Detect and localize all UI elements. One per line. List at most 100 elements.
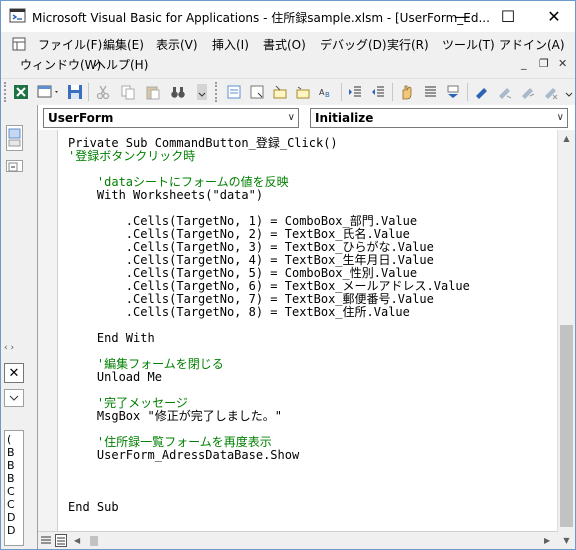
chevron-down-icon	[565, 92, 573, 97]
outdent-button[interactable]	[368, 82, 388, 102]
save-button[interactable]	[65, 82, 85, 102]
property-initial: B	[7, 472, 15, 485]
quick-info-button[interactable]	[270, 82, 290, 102]
code-line[interactable]: End Sub	[68, 501, 119, 514]
toolbar-grip-2[interactable]	[215, 82, 218, 102]
properties-close-button[interactable]: ✕	[4, 363, 24, 383]
minimize-icon: —	[454, 6, 470, 26]
menu-help[interactable]: ヘルプ(H)	[94, 55, 148, 75]
properties-list[interactable]: ( B B B C C D D	[4, 430, 24, 546]
property-initial: (	[7, 433, 12, 446]
vba-editor-window: Microsoft Visual Basic for Applications …	[0, 0, 576, 550]
code-comment-line[interactable]: '登録ボタンクリック時	[68, 150, 195, 163]
vertical-scrollbar[interactable]: ▲ ▼	[557, 130, 575, 549]
cut-icon	[96, 85, 110, 100]
paste-button[interactable]	[143, 82, 163, 102]
comment-block-button[interactable]	[420, 82, 440, 102]
object-combobox[interactable]: UserForm ∨	[43, 108, 299, 128]
vertical-scroll-thumb[interactable]	[560, 325, 573, 527]
paste-icon	[146, 86, 160, 100]
excel-icon	[14, 85, 28, 99]
previous-bookmark-button[interactable]	[518, 82, 538, 102]
minimize-button[interactable]: —	[439, 1, 485, 31]
code-window-bottom-bar: ◀ ▶	[38, 531, 558, 549]
property-initial: B	[7, 446, 15, 459]
list-constants-button[interactable]	[247, 82, 267, 102]
next-bookmark-button[interactable]	[495, 82, 515, 102]
scroll-left-icon[interactable]: ◀	[74, 536, 80, 545]
procedure-view-button[interactable]	[40, 534, 52, 547]
menu-debug[interactable]: デバッグ(D)	[320, 35, 387, 55]
toggle-bookmark-button[interactable]	[472, 82, 492, 102]
property-initial: B	[7, 459, 15, 472]
scroll-up-icon[interactable]: ▲	[558, 130, 575, 147]
quick-info-icon	[273, 85, 287, 99]
margin-indicator-bar[interactable]	[38, 130, 58, 531]
copy-button[interactable]	[118, 82, 138, 102]
list-properties-button[interactable]	[224, 82, 244, 102]
insert-userform-button[interactable]	[36, 82, 62, 102]
parameter-info-icon	[296, 86, 310, 99]
binoculars-icon	[171, 87, 185, 98]
scroll-down-icon[interactable]: ▼	[558, 532, 575, 549]
toolbar-overflow-button[interactable]	[196, 82, 208, 102]
list-constants-icon	[250, 85, 264, 99]
code-line[interactable]: UserForm_AdressDataBase.Show	[68, 449, 299, 462]
left-docked-panels: ‹ › ✕ ( B B B C C D D	[1, 105, 32, 549]
close-icon: ✕	[547, 6, 561, 26]
toggle-breakpoint-button[interactable]	[397, 82, 417, 102]
property-initial: C	[7, 485, 15, 498]
scroll-right-icon[interactable]: ▶	[544, 536, 550, 545]
menu-run[interactable]: 実行(R)	[387, 35, 429, 55]
mdi-restore-button[interactable]: ❐	[539, 57, 549, 70]
menu-edit[interactable]: 編集(E)	[103, 35, 144, 55]
code-editor[interactable]: Private Sub CommandButton_登録_Click() '登録ボ…	[59, 130, 556, 531]
menu-format[interactable]: 書式(O)	[263, 35, 306, 55]
previous-bookmark-icon	[522, 88, 535, 99]
uncomment-block-button[interactable]	[443, 82, 463, 102]
menu-view[interactable]: 表示(V)	[156, 35, 198, 55]
chevron-down-icon: ∨	[556, 112, 564, 123]
menu-window[interactable]: ウィンドウ(W)	[20, 55, 101, 75]
indent-button[interactable]	[345, 82, 365, 102]
next-bookmark-icon	[499, 88, 512, 99]
chevron-down-icon	[9, 395, 19, 401]
tree-collapse-node[interactable]	[6, 160, 23, 172]
cut-button[interactable]	[93, 82, 113, 102]
mdi-minimize-button[interactable]: _	[521, 57, 527, 70]
clear-bookmarks-button[interactable]	[541, 82, 561, 102]
mdi-close-button[interactable]: ✕	[558, 57, 567, 70]
outdent-icon	[372, 86, 384, 97]
code-line[interactable]: Unload Me	[68, 371, 162, 384]
toolbar-overflow-button-2[interactable]	[564, 82, 574, 102]
parameter-info-button[interactable]	[293, 82, 313, 102]
code-line[interactable]: MsgBox "修正が完了しました。"	[68, 410, 282, 423]
object-combobox-value: UserForm	[48, 111, 114, 125]
code-line[interactable]: .Cells(TargetNo, 8) = TextBox_住所.Value	[68, 306, 410, 319]
menu-tools[interactable]: ツール(T)	[442, 35, 495, 55]
code-line[interactable]: End With	[68, 332, 155, 345]
code-window: UserForm ∨ Initialize ∨ Private Sub Comm…	[37, 105, 575, 549]
close-icon: ✕	[8, 365, 20, 381]
maximize-button[interactable]: ☐	[485, 1, 531, 31]
complete-word-button[interactable]: AB	[316, 82, 336, 102]
properties-object-dropdown[interactable]	[4, 389, 24, 407]
full-module-view-button[interactable]	[55, 534, 67, 547]
project-tree-node[interactable]	[6, 125, 23, 151]
find-button[interactable]	[168, 82, 188, 102]
procedure-combobox[interactable]: Initialize ∨	[310, 108, 568, 128]
horizontal-scroll-arrows[interactable]: ‹ ›	[4, 343, 14, 353]
excel-view-icon[interactable]	[12, 37, 26, 51]
close-button[interactable]: ✕	[531, 1, 575, 31]
folder-icon	[8, 128, 21, 147]
save-icon	[68, 85, 82, 99]
view-excel-button[interactable]	[11, 82, 31, 102]
window-title: Microsoft Visual Basic for Applications …	[32, 11, 490, 25]
menu-insert[interactable]: 挿入(I)	[212, 35, 249, 55]
toolbar-grip[interactable]	[4, 82, 7, 102]
horizontal-scroll-thumb[interactable]	[90, 536, 98, 546]
code-line[interactable]: With Worksheets("data")	[68, 189, 263, 202]
vba-app-icon	[9, 8, 26, 23]
menu-addins[interactable]: アドイン(A)	[499, 35, 565, 55]
menu-file[interactable]: ファイル(F)	[38, 35, 102, 55]
